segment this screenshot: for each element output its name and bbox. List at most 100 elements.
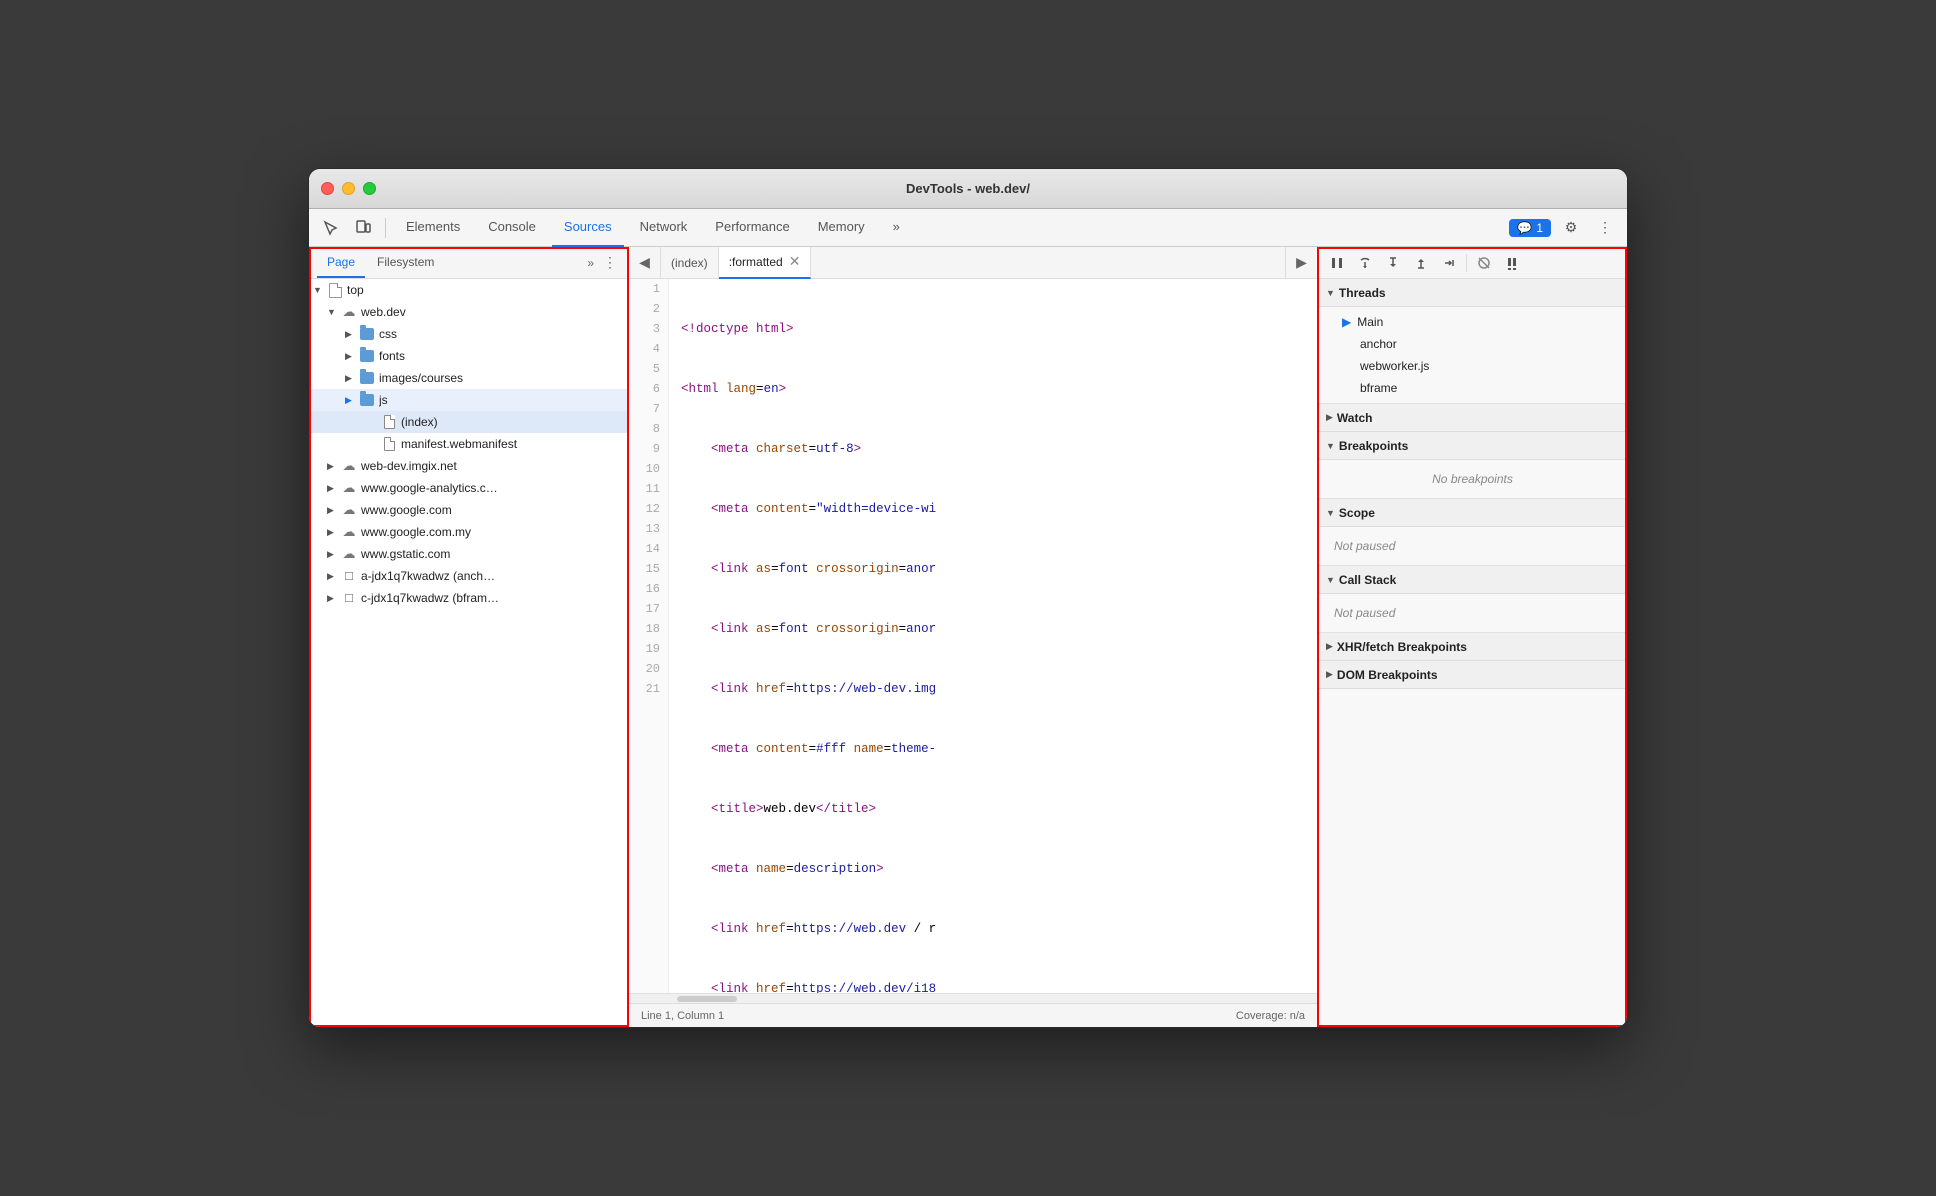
tab-performance[interactable]: Performance	[703, 209, 801, 247]
thread-label-webworker: webworker.js	[1342, 359, 1429, 373]
line-num-13: 13	[629, 519, 660, 539]
tree-item-google[interactable]: ▶ ☁ www.google.com	[309, 499, 628, 521]
tree-arrow-top: ▼	[313, 285, 327, 295]
tab-more-left[interactable]: »	[583, 256, 598, 270]
tree-item-fonts[interactable]: ▶ fonts	[309, 345, 628, 367]
chat-icon: 💬	[1517, 221, 1532, 235]
pause-exceptions-button[interactable]	[1499, 250, 1525, 276]
device-toolbar-button[interactable]	[349, 214, 377, 242]
thread-main[interactable]: ▶ Main	[1318, 311, 1627, 333]
tree-arrow-images: ▶	[345, 373, 359, 384]
tab-elements[interactable]: Elements	[394, 209, 472, 247]
line-num-16: 16	[629, 579, 660, 599]
tab-console[interactable]: Console	[476, 209, 548, 247]
file-tree: ▼ top ▼ ☁ web.dev ▶ css	[309, 279, 628, 1027]
cloud-icon-googlemy: ☁	[341, 524, 357, 540]
step-over-button[interactable]	[1352, 250, 1378, 276]
horizontal-scrollbar[interactable]	[629, 993, 1317, 1003]
editor-tab-index-label: (index)	[671, 256, 708, 270]
tree-arrow-fonts: ▶	[345, 351, 359, 362]
scrollbar-thumb[interactable]	[677, 996, 737, 1002]
code-line-7: <link href=https://web-dev.img	[681, 679, 1305, 699]
code-line-8: <meta content=#fff name=theme-	[681, 739, 1305, 759]
panel-menu-button[interactable]: ⋮	[600, 253, 620, 273]
xhr-title: XHR/fetch Breakpoints	[1337, 640, 1467, 654]
line-num-2: 2	[629, 299, 660, 319]
line-num-11: 11	[629, 479, 660, 499]
tab-page[interactable]: Page	[317, 248, 365, 278]
settings-button[interactable]: ⚙	[1557, 214, 1585, 242]
threads-section-header[interactable]: ▼ Threads	[1318, 279, 1627, 307]
tree-item-css[interactable]: ▶ css	[309, 323, 628, 345]
breakpoints-section-header[interactable]: ▼ Breakpoints	[1318, 432, 1627, 460]
tree-item-images[interactable]: ▶ images/courses	[309, 367, 628, 389]
tree-item-googlemy[interactable]: ▶ ☁ www.google.com.my	[309, 521, 628, 543]
deactivate-breakpoints-button[interactable]	[1471, 250, 1497, 276]
code-line-3: <meta charset=utf-8>	[681, 439, 1305, 459]
window-title: DevTools - web.dev/	[906, 181, 1030, 196]
editor-tab-formatted[interactable]: :formatted ✕	[719, 247, 812, 279]
tree-item-anchor[interactable]: ▶ ☐ a-jdx1q7kwadwz (anch…	[309, 565, 628, 587]
code-line-10: <meta name=description>	[681, 859, 1305, 879]
close-button[interactable]	[321, 182, 334, 195]
folder-icon-css	[359, 326, 375, 342]
cloud-icon-gstatic: ☁	[341, 546, 357, 562]
tree-item-analytics[interactable]: ▶ ☁ www.google-analytics.c…	[309, 477, 628, 499]
minimize-button[interactable]	[342, 182, 355, 195]
tree-item-webdev[interactable]: ▼ ☁ web.dev	[309, 301, 628, 323]
tree-item-imgix[interactable]: ▶ ☁ web-dev.imgix.net	[309, 455, 628, 477]
pause-button[interactable]	[1324, 250, 1350, 276]
tree-label-fonts: fonts	[379, 349, 405, 363]
xhr-section-header[interactable]: ▶ XHR/fetch Breakpoints	[1318, 633, 1627, 661]
xhr-arrow: ▶	[1326, 641, 1333, 652]
main-toolbar: Elements Console Sources Network Perform…	[309, 209, 1627, 247]
tab-more[interactable]: »	[881, 209, 912, 247]
deactivate-icon	[1477, 256, 1491, 270]
tree-item-js[interactable]: ▶ js	[309, 389, 628, 411]
editor-more-button[interactable]: ▶	[1285, 247, 1317, 279]
close-tab-icon[interactable]: ✕	[789, 253, 801, 270]
tree-item-bframe[interactable]: ▶ ☐ c-jdx1q7kwadwz (bfram…	[309, 587, 628, 609]
editor-back-button[interactable]: ◀	[629, 247, 661, 279]
scope-section-header[interactable]: ▼ Scope	[1318, 499, 1627, 527]
tab-network[interactable]: Network	[628, 209, 700, 247]
editor-tab-index[interactable]: (index)	[661, 247, 719, 279]
titlebar: DevTools - web.dev/	[309, 169, 1627, 209]
more-icon: ⋮	[1598, 219, 1612, 236]
watch-section-header[interactable]: ▶ Watch	[1318, 404, 1627, 432]
left-panel: Page Filesystem » ⋮ ▼ top ▼ ☁ we	[309, 247, 629, 1027]
more-options-button[interactable]: ⋮	[1591, 214, 1619, 242]
code-line-5: <link as=font crossorigin=anor	[681, 559, 1305, 579]
breakpoints-arrow: ▼	[1326, 441, 1335, 451]
no-breakpoints-label: No breakpoints	[1318, 464, 1627, 494]
thread-webworker[interactable]: webworker.js	[1318, 355, 1627, 377]
tree-item-gstatic[interactable]: ▶ ☁ www.gstatic.com	[309, 543, 628, 565]
code-area[interactable]: 1 2 3 4 5 6 7 8 9 10 11 12 13 14 15 16 1	[629, 279, 1317, 993]
tree-item-index[interactable]: ▶ (index)	[309, 411, 628, 433]
code-content: <!doctype html> <html lang=en> <meta cha…	[669, 279, 1317, 993]
maximize-button[interactable]	[363, 182, 376, 195]
line-num-17: 17	[629, 599, 660, 619]
line-num-3: 3	[629, 319, 660, 339]
code-line-1: <!doctype html>	[681, 319, 1305, 339]
tab-filesystem[interactable]: Filesystem	[367, 248, 444, 278]
tree-item-top[interactable]: ▼ top	[309, 279, 628, 301]
tree-arrow-webdev: ▼	[327, 307, 341, 317]
tree-arrow-imgix: ▶	[327, 461, 341, 472]
tab-sources[interactable]: Sources	[552, 209, 624, 247]
file-icon-manifest	[381, 436, 397, 452]
notifications-button[interactable]: 💬 1	[1509, 219, 1551, 237]
thread-label-anchor: anchor	[1342, 337, 1397, 351]
code-line-6: <link as=font crossorigin=anor	[681, 619, 1305, 639]
tree-label-top: top	[347, 283, 364, 297]
dom-section-header[interactable]: ▶ DOM Breakpoints	[1318, 661, 1627, 689]
tab-memory[interactable]: Memory	[806, 209, 877, 247]
continue-button[interactable]	[1436, 250, 1462, 276]
step-out-button[interactable]	[1408, 250, 1434, 276]
tree-item-manifest[interactable]: ▶ manifest.webmanifest	[309, 433, 628, 455]
thread-anchor[interactable]: anchor	[1318, 333, 1627, 355]
callstack-section-header[interactable]: ▼ Call Stack	[1318, 566, 1627, 594]
step-into-button[interactable]	[1380, 250, 1406, 276]
thread-bframe[interactable]: bframe	[1318, 377, 1627, 399]
inspect-element-button[interactable]	[317, 214, 345, 242]
